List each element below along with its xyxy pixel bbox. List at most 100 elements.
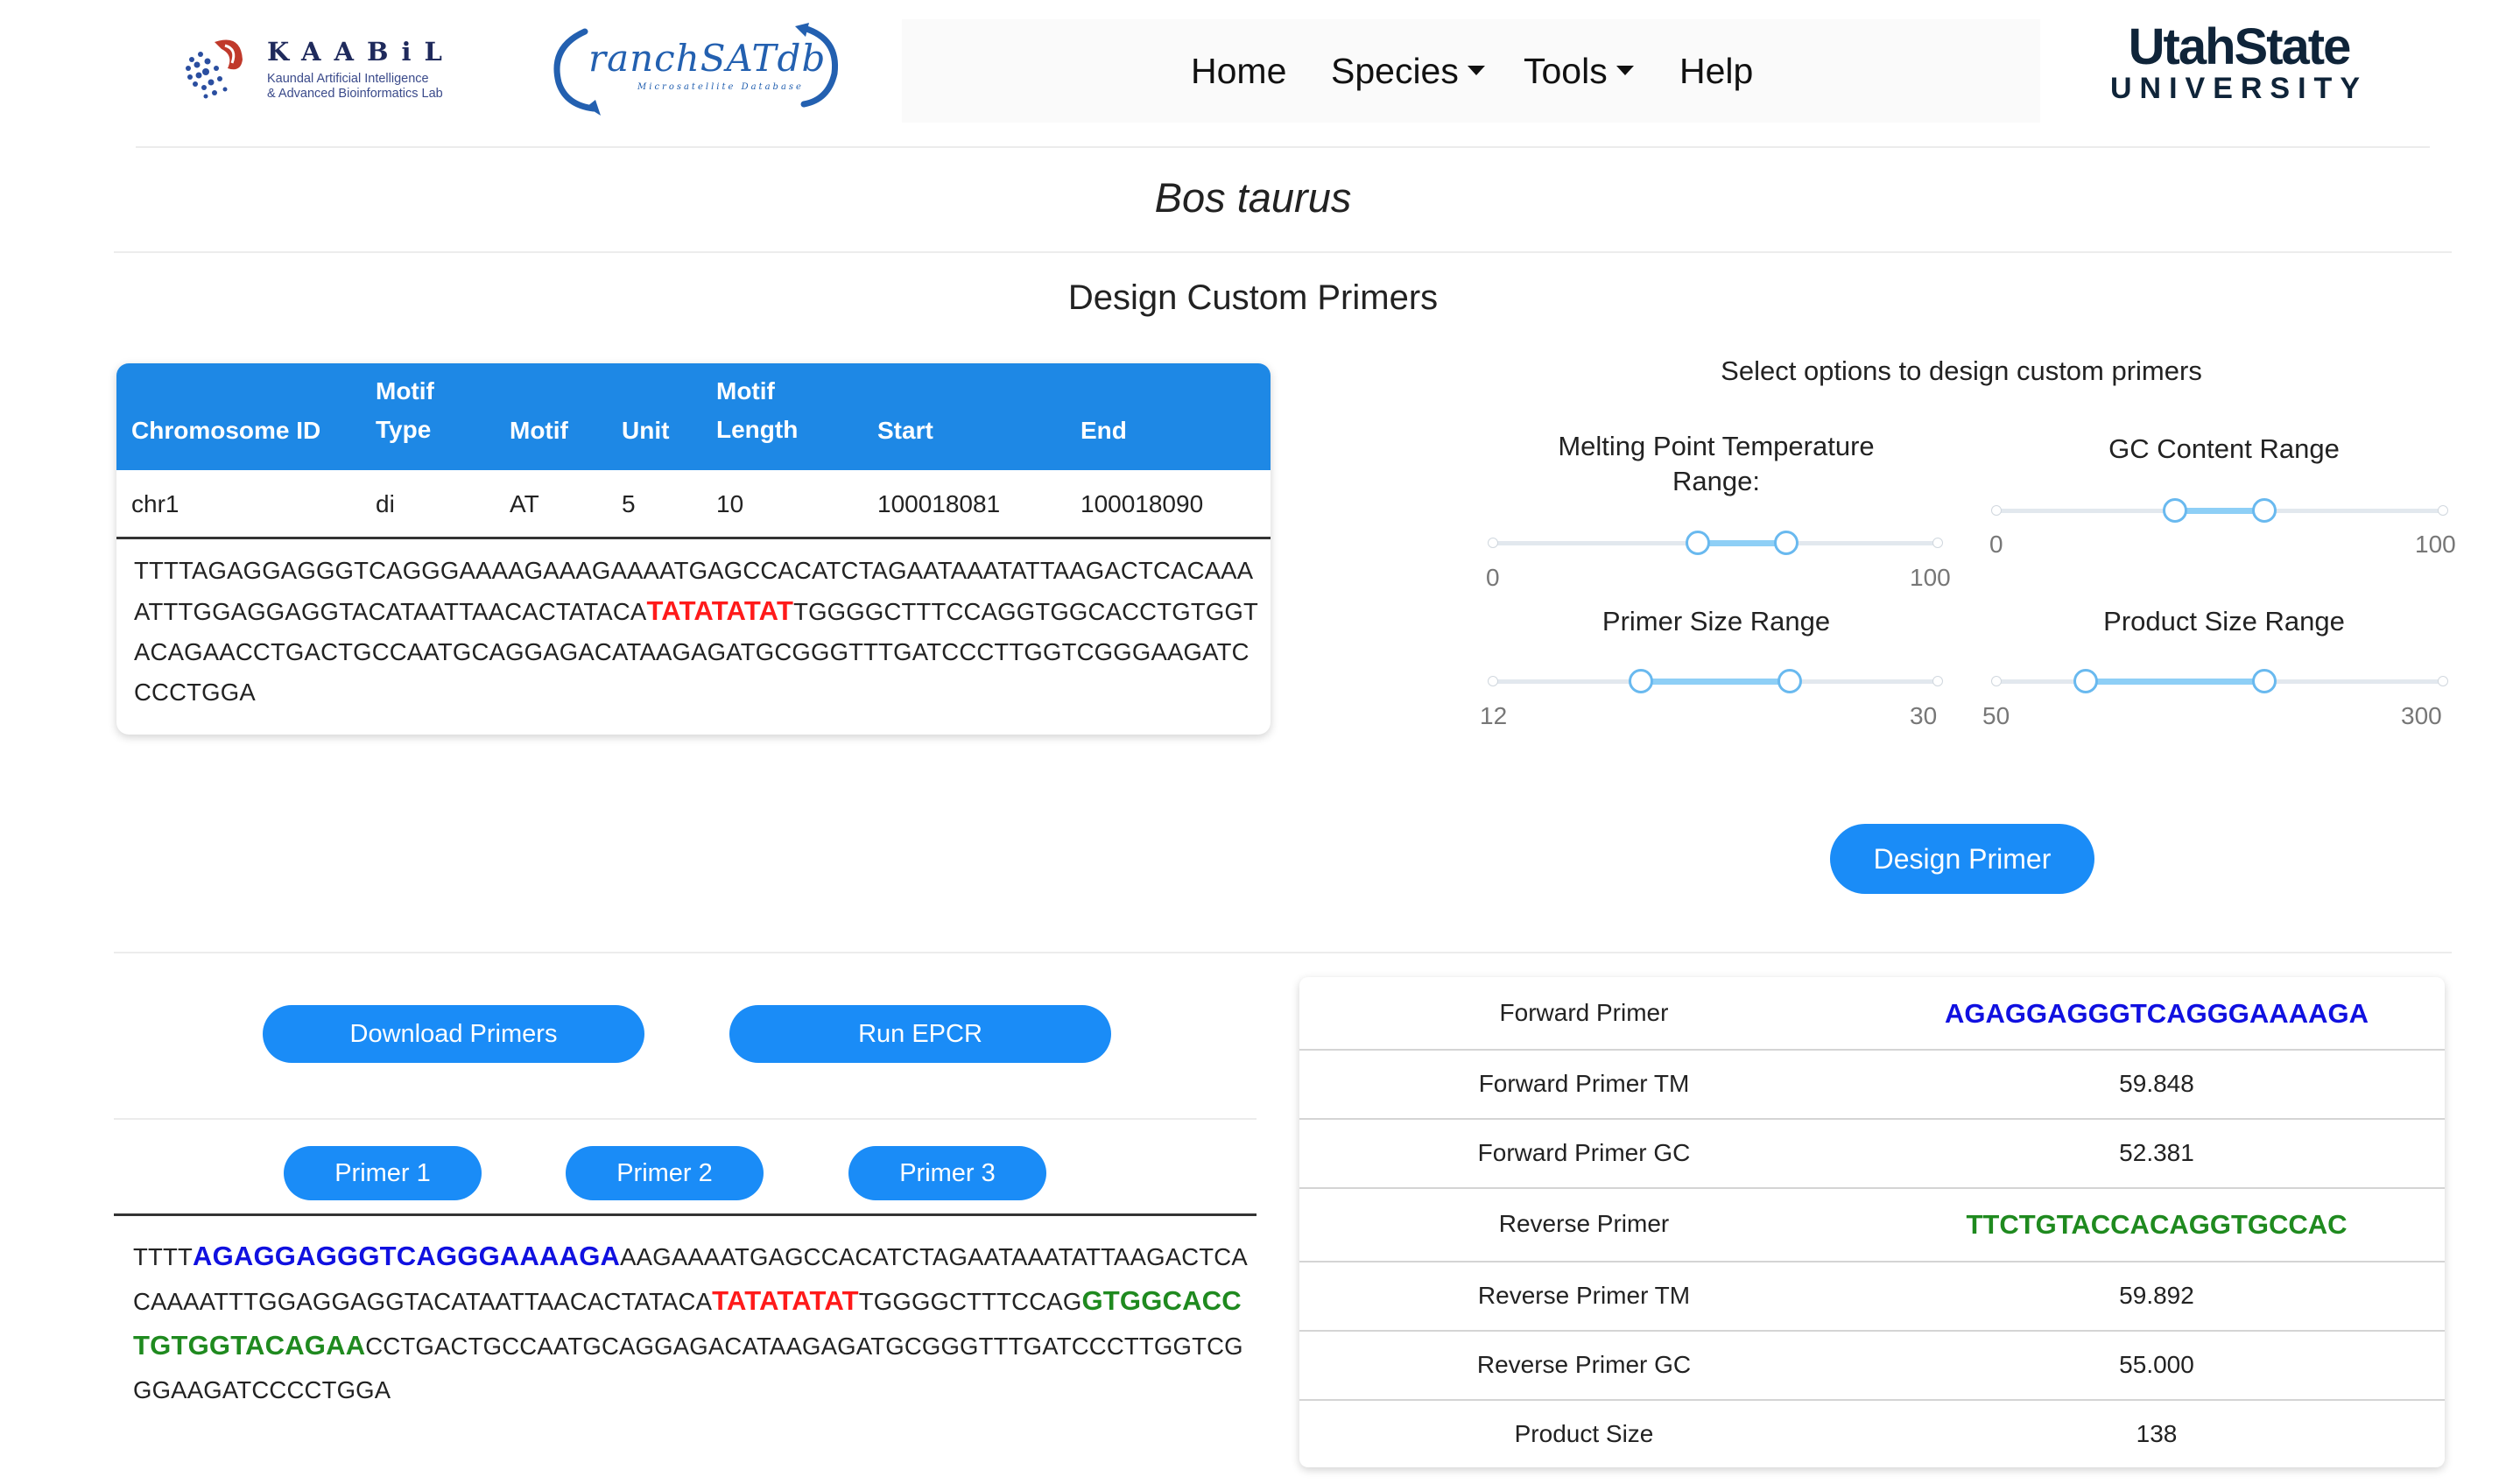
slider-min-mark	[1488, 538, 1498, 548]
buttons-divider	[114, 1118, 1257, 1120]
cell-start: 100018081	[877, 490, 1001, 517]
header-divider	[136, 146, 2430, 148]
header-motif: Motif	[510, 417, 568, 444]
nav-tools-label: Tools	[1524, 51, 1608, 91]
table-row: Reverse Primer GC 55.000	[1299, 1332, 2445, 1401]
melting-label: Melting Point Temperature Range:	[1489, 429, 1944, 499]
ssr-table-header: Chromosome ID Motif Type Motif Unit Moti…	[116, 363, 1271, 470]
results-divider	[114, 952, 2452, 953]
cell-motif-type: di	[376, 490, 395, 517]
kaabil-subtitle-line-2: & Advanced Bioinformatics Lab	[267, 87, 443, 101]
product-size-range-slider[interactable]	[1991, 664, 2448, 699]
sequence-motif: TATATATAT	[646, 595, 794, 626]
cell-unit: 5	[622, 490, 636, 517]
primer-sequence-view: TTTTAGAGGAGGGTCAGGGAAAAGAAAGAAAATGAGCCAC…	[133, 1234, 1254, 1412]
reverse-gc-label: Reverse Primer GC	[1476, 1351, 1692, 1378]
section-title: Design Custom Primers	[1067, 278, 1439, 317]
slider-max-mark	[1932, 538, 1943, 548]
reverse-primer-label: Reverse Primer	[1498, 1210, 1670, 1237]
table-row: Forward Primer GC 52.381	[1299, 1120, 2445, 1189]
primer-results-table: Forward Primer AGAGGAGGGTCAGGGAAAAGA For…	[1299, 977, 2445, 1467]
cell-end: 100018090	[1081, 490, 1204, 517]
primer-size-min: 12	[1480, 702, 1508, 729]
slider-fill	[1641, 679, 1790, 685]
tab-primer-3[interactable]: Primer 3	[848, 1146, 1046, 1200]
header-motif-length-line-2: Length	[716, 416, 799, 443]
slider-low-handle[interactable]	[2073, 669, 2098, 693]
slider-high-handle[interactable]	[2252, 669, 2277, 693]
design-primer-button[interactable]: Design Primer	[1830, 824, 2094, 894]
nav-home[interactable]: Home	[1191, 51, 1286, 92]
reverse-tm-label: Reverse Primer TM	[1477, 1282, 1691, 1309]
download-primers-button[interactable]: Download Primers	[263, 1005, 644, 1063]
tab-primer-2[interactable]: Primer 2	[566, 1146, 764, 1200]
motif-highlight: TATATATAT	[712, 1285, 859, 1316]
forward-tm-value: 59.848	[2119, 1070, 2194, 1097]
ranchsatdb-logo[interactable]: ranchSATdb Microsatellite Database	[550, 21, 848, 117]
header-motif-type: Motif Type	[376, 372, 434, 449]
species-title: Bos taurus	[1154, 174, 1352, 221]
flanking-sequence: TTTTAGAGGAGGGTCAGGGAAAAGAAAGAAAATGAGCCAC…	[134, 551, 1264, 713]
seq-segment-3: TGGGGCTTTCCAG	[858, 1288, 1082, 1315]
seq-segment-1: TTTT	[133, 1243, 193, 1270]
forward-primer-label: Forward Primer	[1499, 999, 1669, 1026]
primer-size-range-slider[interactable]	[1488, 664, 1943, 699]
slider-max-mark	[2438, 676, 2448, 686]
slider-max-mark	[1932, 676, 1943, 686]
melting-max: 100	[1910, 564, 1951, 591]
product-size-max: 300	[2401, 702, 2442, 729]
nav-help[interactable]: Help	[1679, 51, 1753, 92]
nav-species-label: Species	[1331, 51, 1459, 91]
ssr-info-card: Chromosome ID Motif Type Motif Unit Moti…	[116, 363, 1271, 735]
forward-gc-value: 52.381	[2119, 1139, 2194, 1166]
ranchsatdb-subtitle: Microsatellite Database	[637, 82, 804, 92]
reverse-primer-value: TTCTGTACCACAGGTGCCAC	[1966, 1209, 2348, 1240]
cell-motif-length: 10	[716, 490, 744, 517]
header-motif-type-line-2: Type	[376, 416, 432, 443]
slider-low-handle[interactable]	[1629, 669, 1654, 693]
slider-max-mark	[2438, 505, 2448, 516]
slider-low-handle[interactable]	[1685, 531, 1710, 555]
run-epcr-button[interactable]: Run EPCR	[729, 1005, 1111, 1063]
title-divider	[114, 251, 2452, 253]
options-title: Select options to design custom primers	[1721, 355, 2202, 386]
gc-max: 100	[2415, 531, 2456, 558]
gc-range-slider[interactable]	[1991, 493, 2448, 528]
kaabil-subtitle-line-1: Kaundal Artificial Intelligence	[267, 72, 429, 86]
kaabil-name: KAABiL	[267, 37, 455, 67]
usu-logo-top: UtahState	[2128, 18, 2352, 75]
kaabil-subtitle: Kaundal Artificial Intelligence & Advanc…	[267, 72, 443, 102]
reverse-tm-value: 59.892	[2119, 1282, 2194, 1309]
usu-logo[interactable]: UtahState UNIVERSITY	[2103, 22, 2375, 105]
tab-primer-1[interactable]: Primer 1	[284, 1146, 482, 1200]
kaabil-logo[interactable]: KAABiL Kaundal Artificial Intelligence &…	[180, 25, 468, 108]
nav-species-dropdown[interactable]: Species	[1331, 51, 1485, 92]
forward-primer-value: AGAGGAGGGTCAGGGAAAAGA	[1945, 998, 2369, 1029]
slider-high-handle[interactable]	[1777, 669, 1802, 693]
product-size-min: 50	[1982, 702, 2010, 729]
header-motif-length: Motif Length	[716, 372, 798, 449]
melting-range-slider[interactable]	[1488, 525, 1943, 560]
header-chromosome-id: Chromosome ID	[131, 417, 321, 444]
slider-low-handle[interactable]	[2163, 498, 2187, 523]
slider-min-mark	[1488, 676, 1498, 686]
melting-min: 0	[1486, 564, 1500, 591]
reverse-gc-value: 55.000	[2119, 1351, 2194, 1378]
header-motif-length-line-1: Motif	[716, 377, 775, 404]
forward-tm-label: Forward Primer TM	[1478, 1070, 1690, 1097]
slider-high-handle[interactable]	[1774, 531, 1799, 555]
primer-size-label: Primer Size Range	[1601, 606, 1831, 637]
cell-motif: AT	[510, 490, 539, 517]
table-row: Forward Primer TM 59.848	[1299, 1051, 2445, 1120]
slider-min-mark	[1991, 505, 2002, 516]
table-row: Product Size 138	[1299, 1401, 2445, 1467]
melting-label-line-2: Range:	[1672, 466, 1760, 496]
slider-min-mark	[1991, 676, 2002, 686]
nav-tools-dropdown[interactable]: Tools	[1524, 51, 1634, 92]
table-row: Reverse Primer TM 59.892	[1299, 1262, 2445, 1332]
header-end: End	[1081, 417, 1127, 444]
slider-high-handle[interactable]	[2252, 498, 2277, 523]
ranchsatdb-name: ranchSATdb	[588, 37, 827, 80]
caret-down-icon	[1616, 65, 1634, 75]
forward-gc-label: Forward Primer GC	[1477, 1139, 1691, 1166]
